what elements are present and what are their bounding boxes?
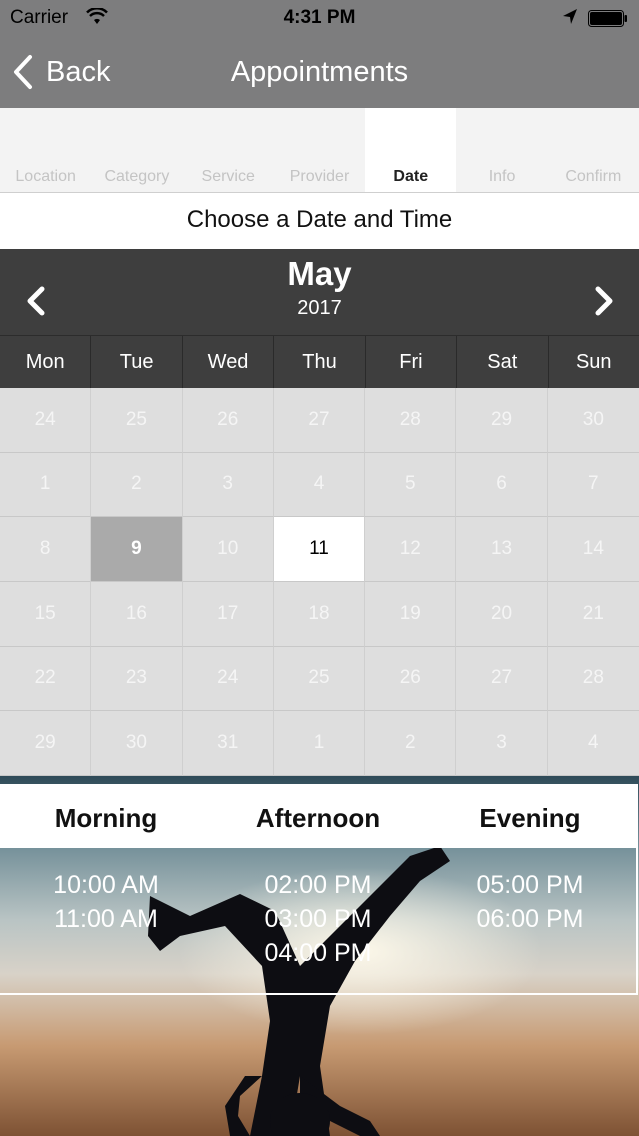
calendar-day[interactable]: 4: [547, 711, 639, 776]
battery-icon: [588, 10, 627, 27]
calendar-day[interactable]: 30: [91, 711, 183, 776]
calendar-day[interactable]: 28: [547, 646, 639, 712]
step-info[interactable]: Info: [456, 108, 547, 192]
year-label: 2017: [297, 297, 342, 319]
step-date[interactable]: Date: [365, 108, 457, 192]
calendar-day[interactable]: 9: [91, 517, 183, 582]
time-slot[interactable]: 02:00 PM: [264, 868, 371, 902]
calendar-day[interactable]: 26: [365, 646, 457, 712]
month-label: May: [287, 255, 352, 292]
calendar-day[interactable]: 15: [0, 581, 92, 647]
step-label: Info: [488, 168, 516, 185]
navigation-bar: Back Appointments: [0, 36, 639, 108]
next-month-button[interactable]: [592, 285, 616, 317]
calendar-day[interactable]: 22: [0, 646, 92, 712]
calendar-day[interactable]: 2: [365, 711, 457, 776]
weekday-label: Fri: [366, 336, 458, 388]
calendar-day[interactable]: 28: [365, 388, 457, 453]
calendar-day[interactable]: 1: [0, 452, 92, 518]
afternoon-heading: Afternoon: [255, 803, 381, 833]
previous-month-button[interactable]: [24, 285, 48, 317]
calendar-day[interactable]: 27: [273, 388, 366, 453]
clock: 4:31 PM: [283, 7, 356, 28]
calendar-day[interactable]: 6: [456, 452, 548, 518]
time-slots-body: 10:00 AM 11:00 AM 02:00 PM 03:00 PM 04:0…: [0, 848, 636, 993]
calendar-day[interactable]: 10: [182, 517, 274, 582]
time-slot[interactable]: 05:00 PM: [476, 868, 583, 902]
calendar-day[interactable]: 25: [91, 388, 183, 453]
evening-column: 05:00 PM 06:00 PM: [424, 848, 636, 993]
location-arrow-icon: [563, 9, 577, 24]
calendar-day[interactable]: 3: [182, 452, 274, 518]
afternoon-column: 02:00 PM 03:00 PM 04:00 PM: [212, 848, 424, 993]
weekday-label: Tue: [91, 336, 183, 388]
step-label: Provider: [289, 168, 350, 185]
weekday-label: Wed: [183, 336, 275, 388]
calendar-day[interactable]: 1: [273, 711, 366, 776]
calendar-day[interactable]: 17: [182, 581, 274, 647]
morning-heading: Morning: [54, 803, 158, 833]
weekday-label: Mon: [0, 336, 92, 388]
calendar-day[interactable]: 24: [182, 646, 274, 712]
calendar-day[interactable]: 3: [456, 711, 548, 776]
calendar-day[interactable]: 5: [365, 452, 457, 518]
calendar-day[interactable]: 20: [456, 581, 548, 647]
calendar-day[interactable]: 11: [273, 517, 366, 582]
time-slot[interactable]: 06:00 PM: [476, 902, 583, 936]
time-slots-panel: Morning Afternoon Evening 10:00 AM 11:00…: [0, 784, 638, 995]
calendar-day[interactable]: 25: [273, 646, 366, 712]
weekday-header: Mon Tue Wed Thu Fri Sat Sun: [0, 335, 639, 388]
calendar-day[interactable]: 2: [91, 452, 183, 518]
calendar-day[interactable]: 29: [456, 388, 548, 453]
month-header: May 2017: [0, 249, 639, 335]
steps-bar: Location Category Service Provider Date …: [0, 108, 639, 193]
step-service[interactable]: Service: [183, 108, 274, 192]
calendar-day[interactable]: 16: [91, 581, 183, 647]
step-location[interactable]: Location: [0, 108, 91, 192]
time-slot[interactable]: 11:00 AM: [54, 902, 158, 936]
morning-column: 10:00 AM 11:00 AM: [0, 848, 212, 993]
calendar-day[interactable]: 19: [365, 581, 457, 647]
evening-heading: Evening: [479, 803, 581, 833]
step-label: Date: [393, 168, 429, 185]
time-slot[interactable]: 10:00 AM: [53, 868, 159, 902]
calendar-day[interactable]: 8: [0, 517, 92, 582]
calendar-day[interactable]: 24: [0, 388, 92, 453]
calendar-day[interactable]: 23: [91, 646, 183, 712]
page-title: Appointments: [230, 56, 409, 88]
step-label: Category: [104, 168, 170, 185]
calendar-day[interactable]: 31: [182, 711, 274, 776]
calendar-day[interactable]: 30: [547, 388, 639, 453]
calendar-day[interactable]: 12: [365, 517, 457, 582]
time-slot[interactable]: 04:00 PM: [264, 936, 371, 970]
calendar-grid: 24 25 26 27 28 29 30 1 2 3 4 5 6 7 8 9 10 11 12 13 14 15 16 17 1…: [0, 388, 639, 776]
time-slot[interactable]: 03:00 PM: [264, 902, 371, 936]
time-period-header: Morning Afternoon Evening: [0, 784, 636, 848]
calendar-day[interactable]: 18: [273, 581, 366, 647]
step-label: Location: [15, 168, 76, 185]
calendar-day[interactable]: 21: [547, 581, 639, 647]
calendar-day[interactable]: 14: [547, 517, 639, 582]
calendar-day[interactable]: 26: [182, 388, 274, 453]
step-label: Confirm: [565, 168, 622, 185]
weekday-label: Thu: [274, 336, 366, 388]
weekday-label: Sun: [575, 351, 612, 373]
calendar-day[interactable]: 7: [547, 452, 639, 518]
calendar-day[interactable]: 13: [456, 517, 548, 582]
step-label: Service: [201, 168, 255, 185]
calendar-day[interactable]: 29: [0, 711, 92, 776]
weekday-label: Sat: [457, 336, 549, 388]
step-category[interactable]: Category: [91, 108, 182, 192]
section-heading: Choose a Date and Time: [0, 193, 639, 249]
calendar-day[interactable]: 4: [273, 452, 366, 518]
step-provider[interactable]: Provider: [274, 108, 365, 192]
step-confirm[interactable]: Confirm: [548, 108, 639, 192]
status-bar: Carrier 4:31 PM: [0, 0, 639, 36]
calendar-day[interactable]: 27: [456, 646, 548, 712]
